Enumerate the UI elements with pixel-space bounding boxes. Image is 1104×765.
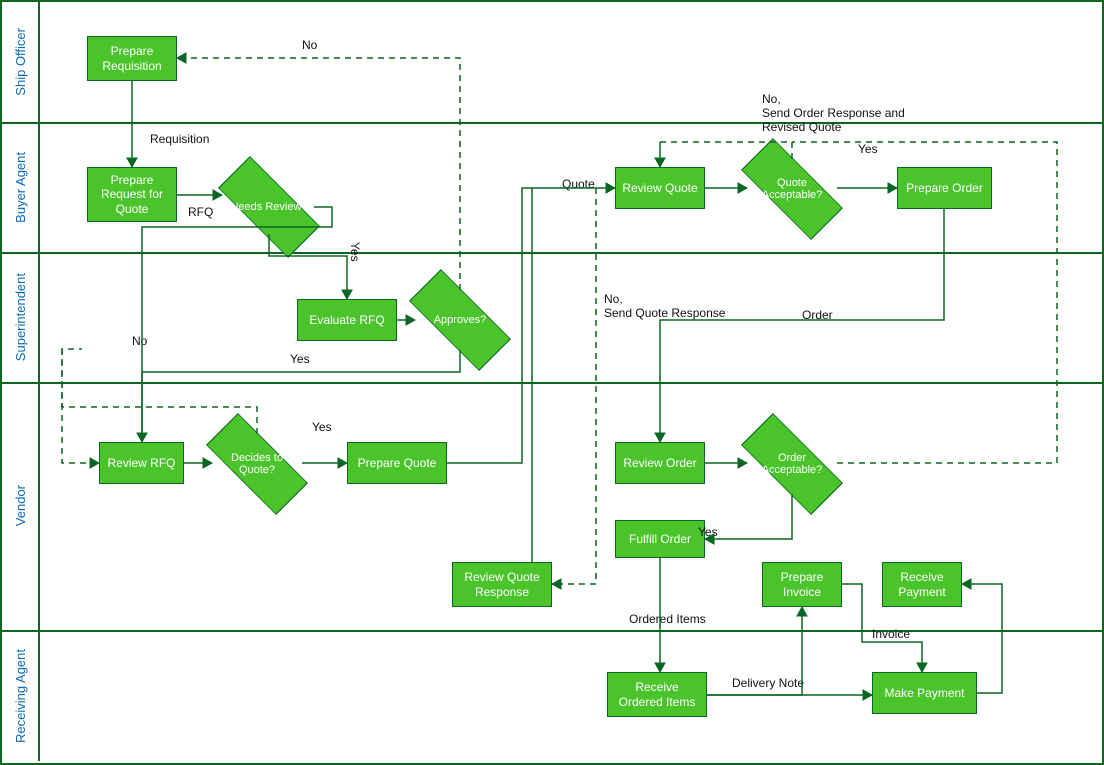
label-yes1: Yes <box>348 242 362 262</box>
label-ordered-items: Ordered Items <box>629 612 706 626</box>
label-yes4: Yes <box>858 142 878 156</box>
node-approves: Approves? <box>415 290 505 350</box>
lane-superintendent: Superintendent <box>2 252 40 382</box>
node-prepare-order: Prepare Order <box>897 167 992 209</box>
node-make-payment: Make Payment <box>872 672 977 714</box>
node-receive-payment: Receive Payment <box>882 562 962 607</box>
label-rfq: RFQ <box>188 205 213 219</box>
node-quote-acceptable: Quote Acceptable? <box>747 159 837 219</box>
lane-vendor: Vendor <box>2 382 40 630</box>
node-prepare-requisition: Prepare Requisition <box>87 36 177 81</box>
label-no2: No <box>132 334 147 348</box>
node-review-rfq: Review RFQ <box>99 442 184 484</box>
node-prepare-rfq: Prepare Request for Quote <box>87 167 177 222</box>
node-receive-items: Receive Ordered Items <box>607 672 707 717</box>
label-requisition: Requisition <box>150 132 209 146</box>
lane-buyer-agent: Buyer Agent <box>2 122 40 252</box>
label-invoice: Invoice <box>872 627 910 641</box>
lane-receiving-agent: Receiving Agent <box>2 630 40 761</box>
node-review-order: Review Order <box>615 442 705 484</box>
node-review-quote-response: Review Quote Response <box>452 562 552 607</box>
label-delivery-note: Delivery Note <box>732 676 804 690</box>
node-decides-quote: Decides to Quote? <box>212 434 302 494</box>
label-yes5: Yes <box>698 525 718 539</box>
node-needs-review: Needs Review? <box>224 177 314 237</box>
swimlane-flowchart: Ship Officer Buyer Agent Superintendent … <box>0 0 1104 765</box>
label-yes3: Yes <box>312 420 332 434</box>
node-evaluate-rfq: Evaluate RFQ <box>297 299 397 341</box>
node-prepare-quote: Prepare Quote <box>347 442 447 484</box>
label-send-or: No, Send Order Response and Revised Quot… <box>762 92 905 134</box>
node-fulfill-order: Fulfill Order <box>615 520 705 558</box>
lane-ship-officer: Ship Officer <box>2 2 40 122</box>
node-prepare-invoice: Prepare Invoice <box>762 562 842 607</box>
label-quote: Quote <box>562 177 595 191</box>
label-yes2: Yes <box>290 352 310 366</box>
node-review-quote: Review Quote <box>615 167 705 209</box>
label-send-qr: No, Send Quote Response <box>604 292 725 320</box>
node-order-acceptable: Order Acceptable? <box>747 434 837 494</box>
label-order: Order <box>802 308 833 322</box>
label-no1: No <box>302 38 317 52</box>
